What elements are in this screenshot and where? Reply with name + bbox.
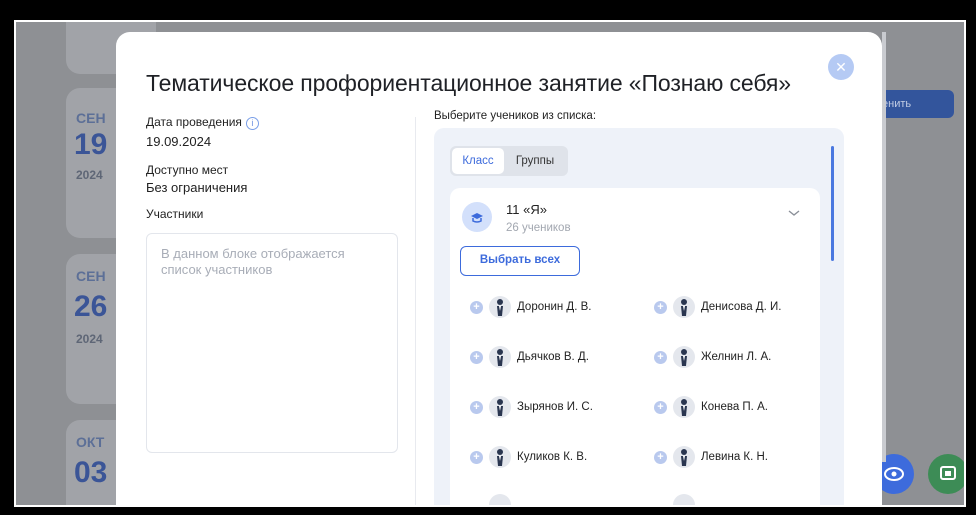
student-name: Денисова Д. И.: [701, 301, 782, 313]
plus-icon[interactable]: +: [470, 400, 483, 414]
class-name: 11 «Я»: [506, 202, 547, 217]
student-avatar-icon: [497, 449, 503, 466]
student-avatar-icon: [497, 299, 503, 316]
plus-icon[interactable]: +: [654, 350, 667, 364]
date-label: Дата проведения: [146, 115, 242, 129]
student-item[interactable]: + Денисова Д. И.: [654, 296, 781, 318]
chat-fab-button[interactable]: [928, 454, 964, 494]
event-month: СЕН: [76, 268, 106, 284]
student-item[interactable]: + Желнин Л. А.: [654, 346, 771, 368]
plus-icon[interactable]: +: [654, 400, 667, 414]
avatar: [489, 494, 511, 505]
event-day: 19: [74, 128, 108, 161]
student-item[interactable]: + Конева П. А.: [654, 396, 768, 418]
student-item[interactable]: + Куликов К. В.: [470, 446, 587, 468]
plus-icon[interactable]: +: [654, 300, 667, 314]
student-avatar-icon: [681, 399, 687, 416]
student-item[interactable]: + Дьячков В. Д.: [470, 346, 589, 368]
modal-title: Тематическое профориентационное занятие …: [146, 70, 791, 96]
student-name: Доронин Д. В.: [517, 301, 592, 313]
student-picker-panel: Класс Группы 11 «Я» 26 учеников Выбрать …: [434, 128, 844, 505]
plus-icon[interactable]: +: [470, 350, 483, 364]
student-name: Зырянов И. С.: [517, 401, 593, 413]
chat-icon: [940, 466, 956, 480]
graduation-cap-icon: [471, 213, 483, 223]
event-day: 03: [74, 456, 108, 489]
info-icon[interactable]: i: [245, 117, 259, 130]
close-icon: ✕: [835, 59, 847, 75]
participants-label: Участники: [146, 207, 204, 221]
event-year: 2024: [76, 332, 103, 346]
picker-scrollbar[interactable]: [831, 146, 834, 261]
student-avatar-icon: [497, 349, 503, 366]
student-avatar-icon: [681, 349, 687, 366]
student-name: Желнин Л. А.: [701, 351, 772, 363]
avatar: [489, 296, 511, 318]
apply-button[interactable]: енить: [876, 90, 954, 118]
avatar: [673, 346, 695, 368]
event-day: 26: [74, 290, 108, 323]
participants-box[interactable]: В данном блоке отображается список участ…: [146, 233, 398, 453]
pick-students-label: Выберите учеников из списка:: [434, 110, 597, 122]
plus-icon[interactable]: +: [654, 450, 667, 464]
student-item-partial[interactable]: [654, 494, 701, 505]
event-month: ОКТ: [76, 434, 105, 450]
select-all-button[interactable]: Выбрать всех: [460, 246, 580, 276]
close-button[interactable]: ✕: [828, 54, 854, 80]
plus-icon[interactable]: +: [470, 450, 483, 464]
class-group-card: 11 «Я» 26 учеников Выбрать всех + Дорони…: [450, 188, 820, 505]
avatar: [673, 396, 695, 418]
student-avatar-icon: [497, 399, 503, 416]
tab-switcher: Класс Группы: [450, 146, 568, 176]
class-avatar: [462, 202, 492, 232]
participants-empty-text: В данном блоке отображается список участ…: [161, 246, 345, 277]
screen: СЕН 19 2024 СЕН 26 2024 ОКТ 03 енить Тем…: [14, 20, 966, 507]
student-name: Куликов К. В.: [517, 451, 588, 463]
avatar: [489, 446, 511, 468]
seats-label: Доступно мест: [146, 163, 229, 177]
avatar: [673, 494, 695, 505]
student-avatar-icon: [681, 299, 687, 316]
plus-icon[interactable]: +: [470, 300, 483, 314]
modal-scrollbar[interactable]: [882, 32, 886, 462]
student-name: Левина К. Н.: [701, 451, 769, 463]
column-divider: [415, 117, 416, 505]
date-value: 19.09.2024: [146, 134, 212, 149]
tab-groups[interactable]: Группы: [504, 148, 566, 174]
student-name: Конева П. А.: [701, 401, 768, 413]
seats-value: Без ограничения: [146, 180, 248, 195]
student-item[interactable]: + Доронин Д. В.: [470, 296, 591, 318]
avatar: [673, 446, 695, 468]
avatar: [489, 396, 511, 418]
student-avatar-icon: [681, 449, 687, 466]
avatar: [489, 346, 511, 368]
avatar: [673, 296, 695, 318]
frame: СЕН 19 2024 СЕН 26 2024 ОКТ 03 енить Тем…: [0, 0, 976, 515]
event-year: 2024: [76, 168, 103, 182]
student-item[interactable]: + Левина К. Н.: [654, 446, 768, 468]
student-name: Дьячков В. Д.: [517, 351, 589, 363]
date-label-row: Дата проведения i: [146, 115, 259, 130]
event-month: СЕН: [76, 110, 106, 126]
student-item-partial[interactable]: [470, 494, 517, 505]
chevron-down-icon[interactable]: [787, 208, 801, 218]
tab-class[interactable]: Класс: [452, 148, 504, 174]
student-item[interactable]: + Зырянов И. С.: [470, 396, 593, 418]
event-modal: Тематическое профориентационное занятие …: [116, 32, 882, 505]
class-count: 26 учеников: [506, 222, 571, 234]
